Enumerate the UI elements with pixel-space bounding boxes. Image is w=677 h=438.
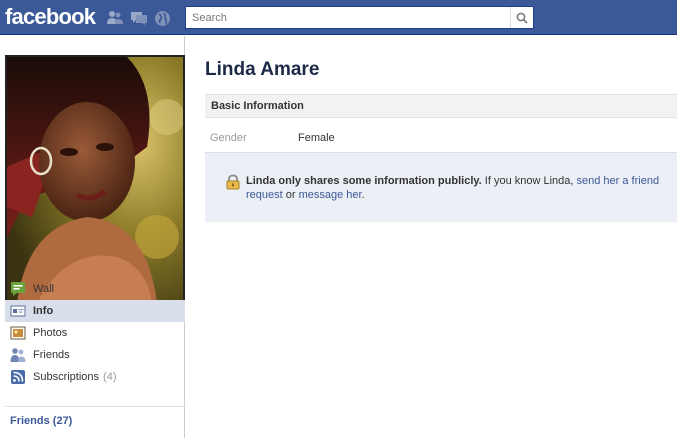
nav-item-label: Photos: [33, 327, 68, 339]
basic-info-header: Basic Information: [205, 94, 677, 118]
subscriptions-count: (4): [103, 371, 117, 383]
profile-name[interactable]: Linda Amare: [205, 59, 319, 81]
profile-nav: Wall Info Photos Friends Subscriptions (…: [5, 278, 185, 388]
notification-jewels: [104, 8, 173, 28]
nav-item-subscriptions[interactable]: Subscriptions (4): [5, 366, 185, 388]
wall-icon: [10, 281, 26, 297]
nav-item-friends[interactable]: Friends: [5, 344, 185, 366]
nav-item-info[interactable]: Info: [5, 300, 185, 322]
top-bar: facebook: [0, 0, 677, 35]
friends-icon: [10, 347, 26, 363]
privacy-notice: Linda only shares some information publi…: [205, 152, 677, 222]
gender-label: Gender: [210, 132, 247, 144]
friend-requests-icon[interactable]: [104, 8, 125, 28]
privacy-notice-text2: or: [282, 189, 299, 201]
privacy-notice-text: Linda only shares some information publi…: [246, 174, 671, 202]
privacy-notice-text1: If you know Linda,: [481, 175, 577, 187]
nav-item-label: Subscriptions: [33, 371, 100, 383]
gender-value: Female: [298, 132, 335, 144]
profile-picture[interactable]: [5, 55, 185, 305]
divider: [5, 406, 185, 407]
photos-icon: [10, 325, 26, 341]
search-box: [185, 6, 534, 29]
left-column: Wall Info Photos Friends Subscriptions (…: [0, 36, 185, 438]
info-icon: [10, 303, 26, 319]
nav-item-label: Friends: [33, 349, 70, 361]
nav-item-wall[interactable]: Wall: [5, 278, 185, 300]
notifications-globe-icon[interactable]: [152, 8, 173, 28]
message-her-link[interactable]: message her: [299, 189, 362, 201]
messages-icon[interactable]: [128, 8, 149, 28]
friends-count-link[interactable]: Friends (27): [10, 415, 72, 427]
privacy-notice-bold: Linda only shares some information publi…: [246, 175, 482, 187]
nav-item-label: Wall: [33, 283, 54, 295]
facebook-logo[interactable]: facebook: [5, 5, 96, 29]
nav-item-photos[interactable]: Photos: [5, 322, 185, 344]
privacy-notice-text3: .: [361, 189, 365, 201]
lock-icon: [225, 174, 241, 193]
search-magnifier-icon[interactable]: [510, 7, 533, 28]
subscriptions-icon: [10, 369, 26, 385]
nav-item-label: Info: [33, 305, 54, 317]
search-input[interactable]: [186, 7, 510, 28]
